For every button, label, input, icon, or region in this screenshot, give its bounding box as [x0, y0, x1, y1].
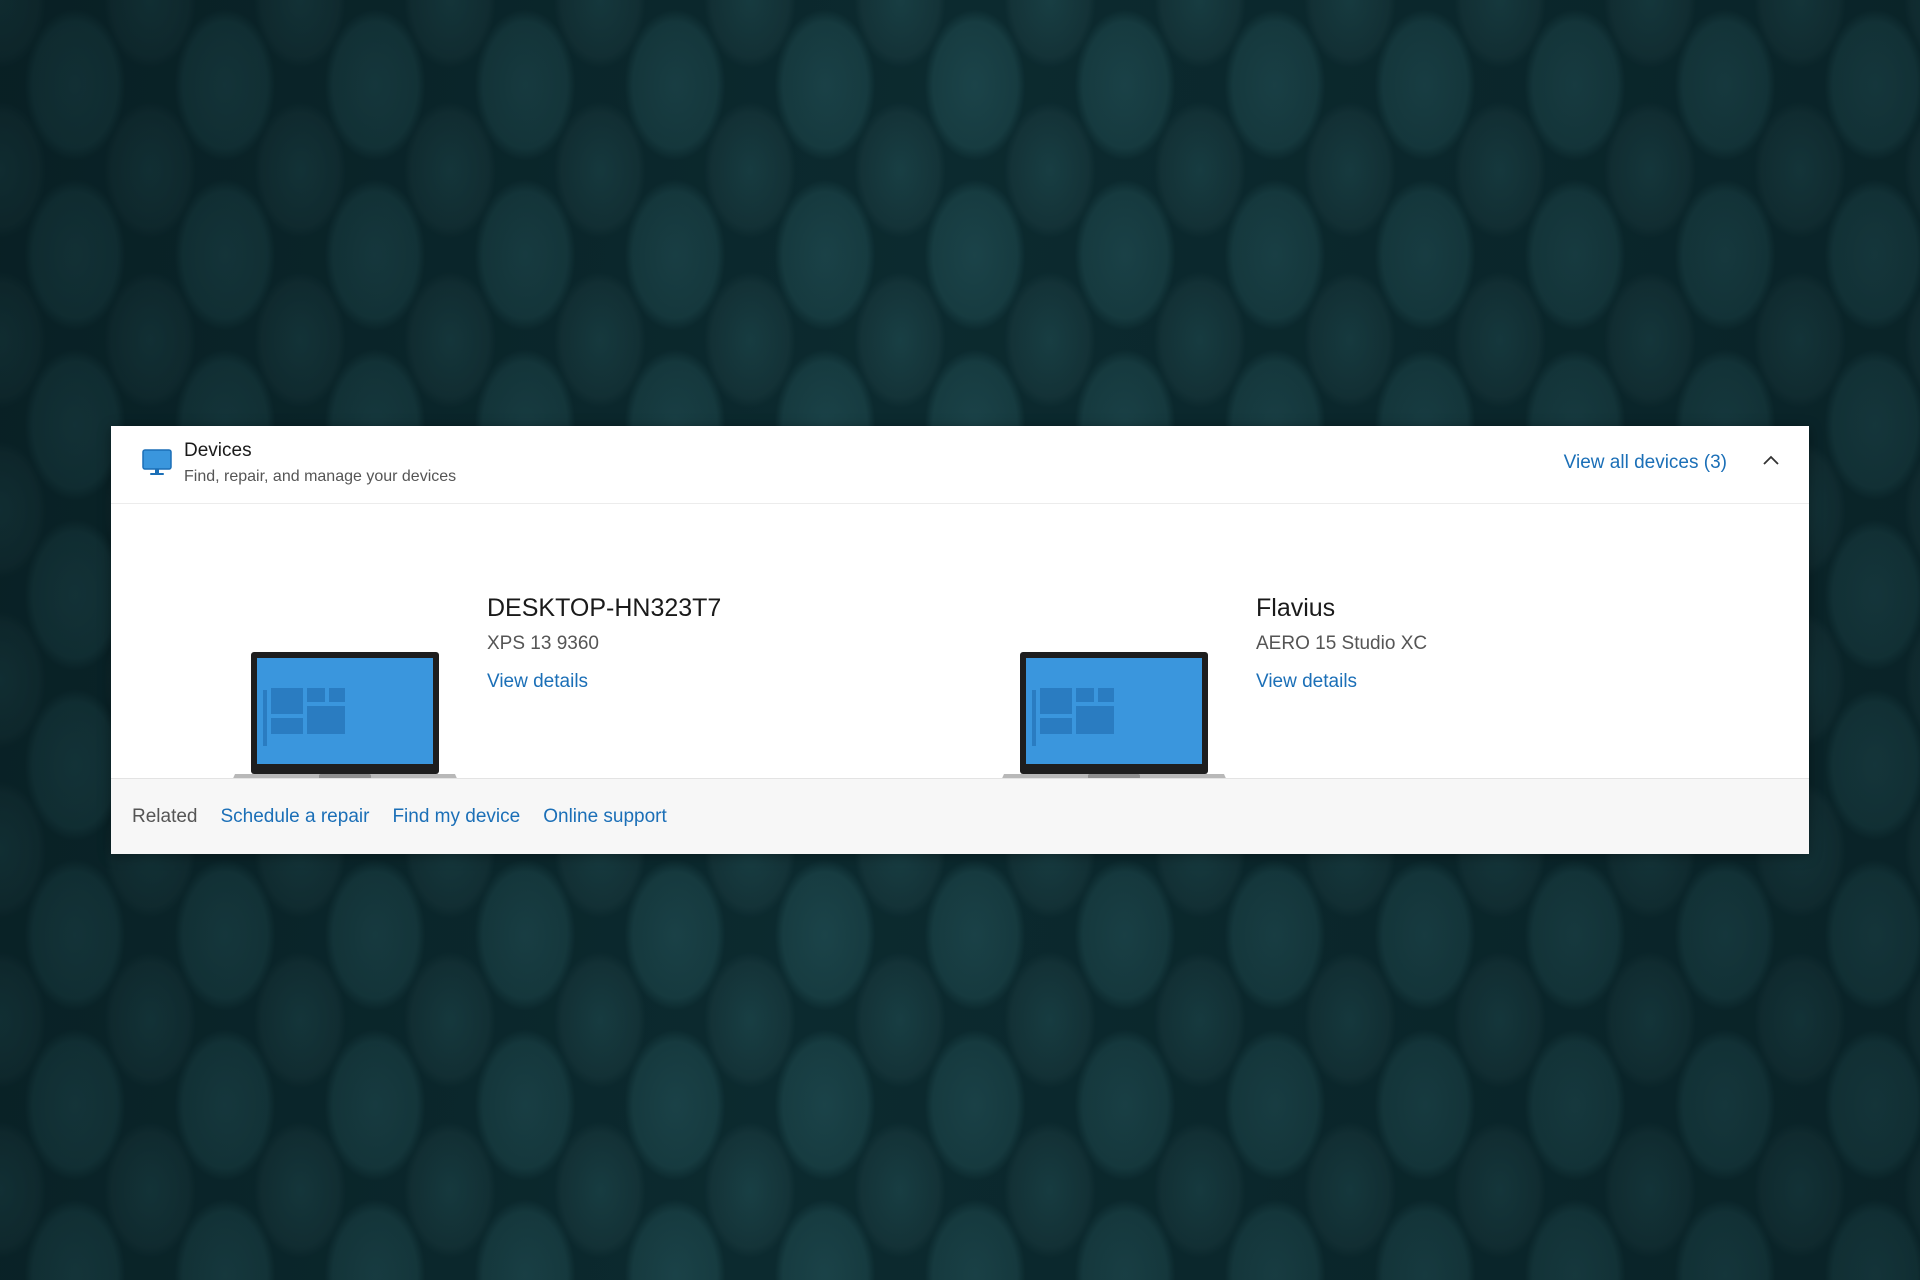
laptop-icon: [998, 652, 1230, 787]
chevron-up-icon: [1762, 453, 1780, 471]
schedule-repair-link[interactable]: Schedule a repair: [221, 806, 370, 828]
device-model: AERO 15 Studio XC: [1256, 633, 1428, 654]
section-subtitle: Find, repair, and manage your devices: [184, 468, 457, 485]
device-info: Flavius AERO 15 Studio XC View details: [1256, 592, 1427, 694]
device-list: DESKTOP-HN323T7 XPS 13 9360 View details: [111, 504, 1809, 786]
related-label: Related: [132, 805, 198, 827]
collapse-button[interactable]: [1755, 446, 1787, 478]
view-details-link[interactable]: View details: [1256, 670, 1357, 694]
view-details-link[interactable]: View details: [487, 670, 588, 694]
device-card: Flavius AERO 15 Studio XC View details: [998, 504, 1698, 786]
device-info: DESKTOP-HN323T7 XPS 13 9360 View details: [487, 592, 721, 694]
monitor-icon: [141, 446, 173, 478]
laptop-icon: [229, 652, 461, 787]
device-name: DESKTOP-HN323T7: [487, 594, 722, 622]
section-title: Devices: [184, 440, 252, 461]
device-model: XPS 13 9360: [487, 633, 599, 654]
view-all-devices-link[interactable]: View all devices (3): [1564, 452, 1727, 474]
devices-header: Devices Find, repair, and manage your de…: [111, 426, 1809, 504]
devices-card: Devices Find, repair, and manage your de…: [111, 426, 1809, 854]
online-support-link[interactable]: Online support: [543, 806, 667, 828]
device-card: DESKTOP-HN323T7 XPS 13 9360 View details: [229, 504, 929, 786]
related-footer: Related Schedule a repair Find my device…: [111, 778, 1809, 854]
find-my-device-link[interactable]: Find my device: [392, 806, 520, 828]
device-name: Flavius: [1256, 594, 1336, 622]
